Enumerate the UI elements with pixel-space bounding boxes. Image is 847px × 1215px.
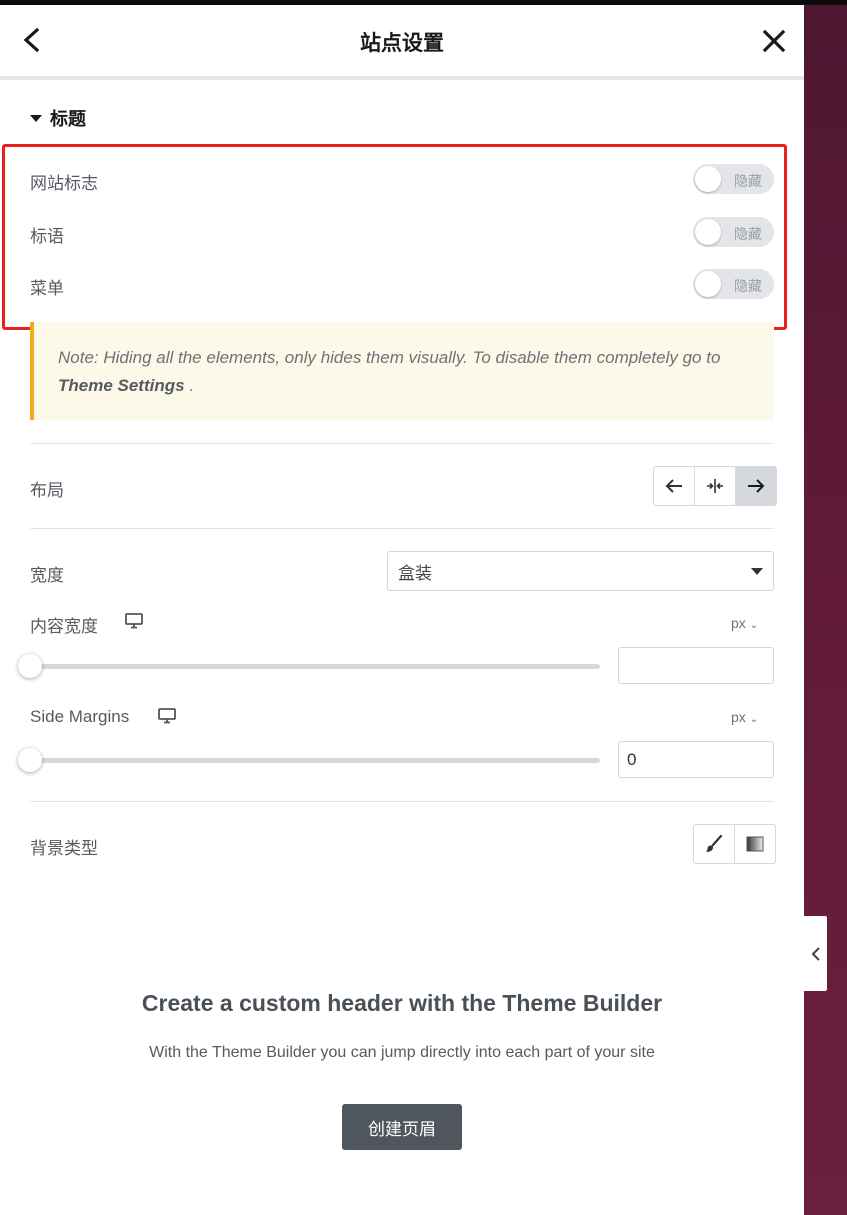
desktop-icon[interactable]: [125, 613, 143, 629]
background-type-button-group: [693, 824, 776, 864]
create-header-button[interactable]: 创建页眉: [342, 1104, 462, 1150]
toggle-text: 隐藏: [734, 278, 762, 294]
note-text: Note: Hiding all the elements, only hide…: [58, 348, 721, 367]
unit-label: px: [731, 615, 746, 631]
unit-label: px: [731, 709, 746, 725]
width-select[interactable]: 盒装: [387, 551, 774, 591]
content-width-slider[interactable]: [30, 664, 600, 669]
content-width-label: 内容宽度: [30, 617, 98, 636]
layout-left-button[interactable]: [654, 467, 695, 505]
desktop-icon[interactable]: [158, 708, 176, 724]
brush-icon: [706, 835, 723, 852]
toggle-text: 隐藏: [734, 173, 762, 189]
toggle-knob: [695, 166, 721, 192]
layout-button-group: [653, 466, 777, 506]
gradient-icon: [746, 836, 764, 852]
chevron-down-icon: ⌄: [749, 714, 759, 725]
divider: [30, 528, 774, 529]
canvas-preview: [804, 5, 847, 1215]
layout-label: 布局: [30, 481, 64, 500]
caret-down-icon: [751, 568, 763, 575]
close-icon[interactable]: [762, 29, 786, 53]
menu-toggle[interactable]: 隐藏: [693, 269, 774, 299]
settings-panel: 站点设置 标题 网站标志 隐藏 标语 隐藏 菜单 隐藏 Note: Hiding…: [0, 5, 804, 1215]
chevron-left-icon: [811, 946, 820, 961]
chevron-down-icon: ⌄: [749, 620, 759, 631]
side-margins-unit-select[interactable]: px ⌄: [731, 709, 758, 725]
layout-right-button[interactable]: [736, 467, 776, 505]
note-box: Note: Hiding all the elements, only hide…: [30, 322, 774, 420]
toggle-knob: [695, 219, 721, 245]
collapse-panel-button[interactable]: [804, 916, 827, 991]
tagline-label: 标语: [30, 227, 64, 246]
menu-label: 菜单: [30, 279, 64, 298]
toggle-text: 隐藏: [734, 226, 762, 242]
highlight-box: [2, 144, 787, 330]
background-type-label: 背景类型: [30, 839, 98, 858]
caret-down-icon: [30, 114, 42, 122]
note-suffix: .: [184, 376, 195, 395]
background-gradient-button[interactable]: [735, 825, 775, 863]
content-width-unit-select[interactable]: px ⌄: [731, 615, 758, 631]
page-title: 站点设置: [360, 32, 444, 55]
background-classic-button[interactable]: [694, 825, 735, 863]
toggle-knob: [695, 271, 721, 297]
divider: [30, 443, 774, 444]
content-width-input[interactable]: [618, 647, 774, 684]
side-margins-label: Side Margins: [30, 707, 130, 726]
tagline-toggle[interactable]: 隐藏: [693, 217, 774, 247]
right-arrow-icon: [748, 479, 765, 493]
section-title: 标题: [50, 109, 86, 129]
side-margins-slider-handle[interactable]: [18, 748, 42, 772]
promo-title: Create a custom header with the Theme Bu…: [141, 990, 663, 1016]
width-selected-value: 盒装: [398, 563, 432, 583]
width-label: 宽度: [30, 566, 64, 585]
logo-label: 网站标志: [30, 174, 98, 193]
panel-header: 站点设置: [0, 5, 804, 80]
side-margins-input[interactable]: [618, 741, 774, 778]
left-arrow-icon: [665, 479, 682, 493]
center-split-icon: [707, 479, 723, 493]
side-margins-slider[interactable]: [30, 758, 600, 763]
content-width-slider-handle[interactable]: [18, 654, 42, 678]
promo-text: With the Theme Builder you can jump dire…: [149, 1044, 655, 1061]
theme-settings-link[interactable]: Theme Settings: [58, 376, 185, 395]
section-toggle-header[interactable]: 标题: [30, 105, 86, 131]
logo-toggle[interactable]: 隐藏: [693, 164, 774, 194]
layout-center-button[interactable]: [695, 467, 736, 505]
divider: [30, 801, 774, 802]
